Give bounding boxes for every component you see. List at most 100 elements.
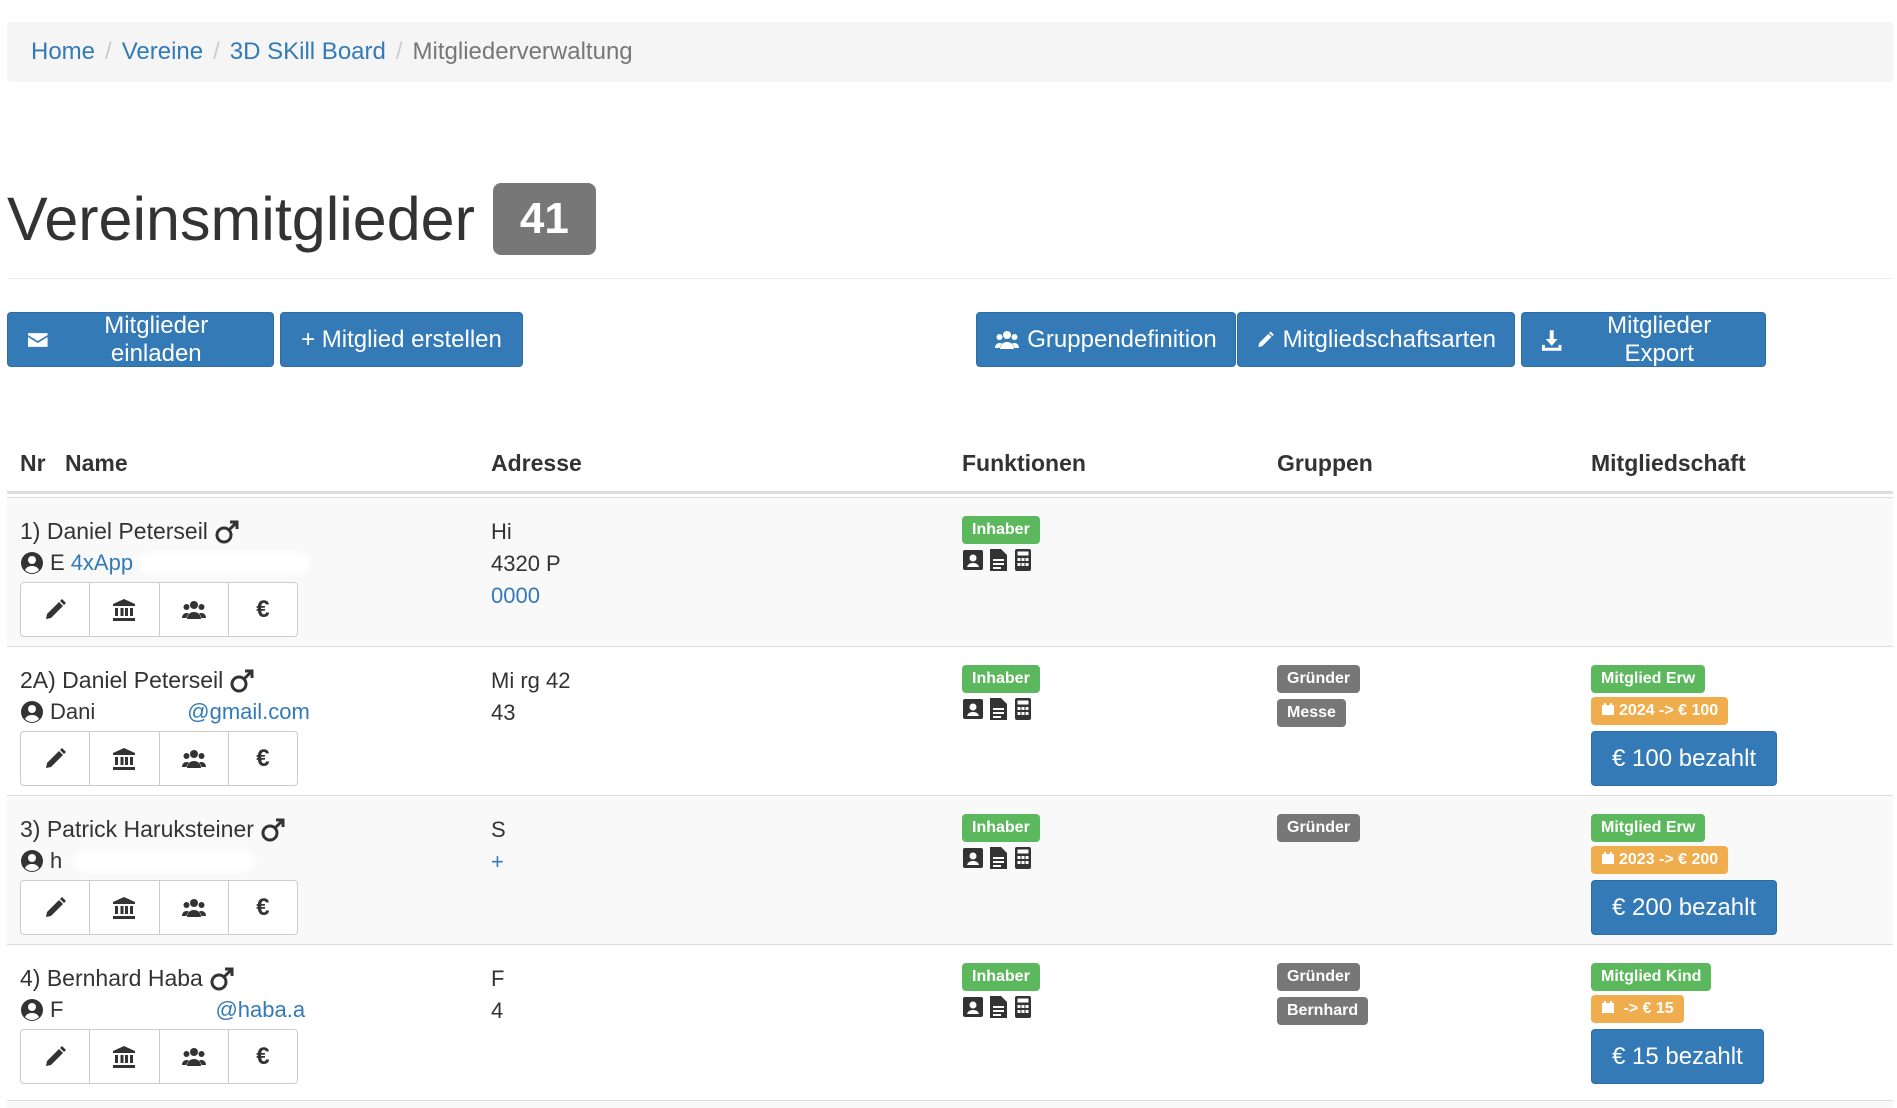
members-export-button[interactable]: Mitglieder Export bbox=[1521, 312, 1766, 367]
contact-card-icon[interactable] bbox=[962, 548, 984, 572]
bank-button[interactable] bbox=[90, 1030, 160, 1083]
membership-type-badge: Mitglied Erw bbox=[1591, 814, 1706, 842]
contact-card-icon[interactable] bbox=[962, 995, 984, 1019]
membership-types-button[interactable]: Mitgliedschaftsarten bbox=[1237, 312, 1515, 367]
invite-members-button[interactable]: Mitglieder einladen bbox=[7, 312, 274, 367]
calculator-icon[interactable] bbox=[1012, 995, 1034, 1019]
bank-icon bbox=[113, 747, 136, 770]
groups-button[interactable] bbox=[160, 732, 229, 785]
user-circle-icon bbox=[21, 850, 43, 872]
table-row: 4) Bernhard Haba F @haba.a € F 4 Inhaber bbox=[7, 944, 1893, 1093]
next-row-partial bbox=[7, 1100, 1893, 1108]
edit-button[interactable] bbox=[21, 1030, 91, 1083]
member-name[interactable]: 1) Daniel Peterseil bbox=[20, 518, 240, 545]
groups-button[interactable] bbox=[160, 1030, 229, 1083]
bank-icon bbox=[113, 598, 136, 621]
document-icon[interactable] bbox=[987, 995, 1009, 1019]
address-phone[interactable]: + bbox=[491, 846, 506, 878]
groups-button[interactable] bbox=[160, 881, 229, 934]
address-phone[interactable]: 0000 bbox=[491, 580, 561, 612]
table-row: 2A) Daniel Peterseil Dani @gmail.com € M… bbox=[7, 646, 1893, 795]
euro-icon: € bbox=[256, 595, 270, 623]
contact-name: E bbox=[50, 550, 65, 575]
pencil-icon bbox=[1258, 330, 1274, 347]
row-actions: € bbox=[20, 1029, 298, 1084]
edit-button[interactable] bbox=[21, 881, 91, 934]
group-definition-label: Gruppendefinition bbox=[1027, 325, 1217, 353]
calculator-icon[interactable] bbox=[1012, 846, 1034, 870]
member-name[interactable]: 4) Bernhard Haba bbox=[20, 965, 235, 992]
member-name-text: 4) Bernhard Haba bbox=[20, 965, 203, 991]
edit-button[interactable] bbox=[21, 732, 91, 785]
paid-button[interactable]: € 15 bezahlt bbox=[1591, 1029, 1764, 1084]
group-badge: Gründer bbox=[1277, 814, 1361, 842]
payment-button[interactable]: € bbox=[229, 881, 297, 934]
member-address: S + bbox=[491, 814, 506, 878]
table-row: 1) Daniel Peterseil E 4xApp € Hi 4320 P … bbox=[7, 497, 1893, 646]
groups-button[interactable] bbox=[160, 583, 229, 636]
address-street: F bbox=[491, 966, 505, 991]
membership-type-badge: Mitglied Erw bbox=[1591, 665, 1706, 693]
payment-button[interactable]: € bbox=[229, 583, 297, 636]
document-icon[interactable] bbox=[987, 548, 1009, 572]
edit-button[interactable] bbox=[21, 583, 91, 636]
calculator-icon[interactable] bbox=[1012, 697, 1034, 721]
breadcrumb-separator: / bbox=[105, 38, 112, 65]
breadcrumb-club[interactable]: 3D SKill Board bbox=[230, 38, 386, 66]
membership-period-text: 2024 -> € 100 bbox=[1619, 702, 1719, 719]
membership-period-badge: 2024 -> € 100 bbox=[1591, 697, 1729, 725]
bank-button[interactable] bbox=[90, 732, 160, 785]
user-circle-icon bbox=[21, 552, 43, 574]
male-icon bbox=[261, 818, 285, 841]
contact-card-icon[interactable] bbox=[962, 846, 984, 870]
payment-button[interactable]: € bbox=[229, 1030, 297, 1083]
member-functions: Inhaber bbox=[962, 516, 1040, 572]
group-badge: Bernhard bbox=[1277, 997, 1369, 1025]
contact-email[interactable]: @gmail.com bbox=[187, 699, 310, 725]
breadcrumb-separator: / bbox=[213, 38, 220, 65]
paid-button[interactable]: € 200 bezahlt bbox=[1591, 880, 1778, 935]
member-name[interactable]: 3) Patrick Haruksteiner bbox=[20, 816, 286, 843]
payment-button[interactable]: € bbox=[229, 732, 297, 785]
address-city: 4 bbox=[491, 998, 504, 1023]
member-address: F 4 bbox=[491, 963, 504, 1027]
member-name-text: 1) Daniel Peterseil bbox=[20, 518, 208, 544]
contact-email[interactable]: 4xApp bbox=[71, 550, 133, 576]
member-functions: Inhaber bbox=[962, 963, 1040, 1019]
calendar-icon bbox=[1602, 852, 1614, 864]
calendar-icon bbox=[1602, 1001, 1614, 1013]
male-icon bbox=[230, 669, 254, 692]
euro-icon: € bbox=[256, 1042, 270, 1070]
row-actions: € bbox=[20, 731, 298, 786]
breadcrumb-home[interactable]: Home bbox=[31, 38, 95, 66]
member-functions: Inhaber bbox=[962, 665, 1040, 721]
euro-icon: € bbox=[256, 893, 270, 921]
breadcrumb-vereine[interactable]: Vereine bbox=[122, 38, 203, 66]
download-icon bbox=[1541, 329, 1562, 351]
create-member-label: + Mitglied erstellen bbox=[301, 325, 502, 353]
envelope-icon bbox=[27, 332, 48, 347]
column-header-name: Name bbox=[65, 450, 128, 476]
row-actions: € bbox=[20, 582, 298, 637]
member-name[interactable]: 2A) Daniel Peterseil bbox=[20, 667, 255, 694]
table-header: Nr Name Adresse Funktionen Gruppen Mitgl… bbox=[7, 440, 1893, 494]
create-member-button[interactable]: + Mitglied erstellen bbox=[280, 312, 523, 367]
breadcrumb: Home / Vereine / 3D SKill Board / Mitgli… bbox=[7, 22, 1893, 82]
calculator-icon[interactable] bbox=[1012, 548, 1034, 572]
paid-button[interactable]: € 100 bezahlt bbox=[1591, 731, 1778, 786]
male-icon bbox=[215, 520, 239, 543]
member-contact: E 4xApp bbox=[20, 550, 310, 576]
address-street: S bbox=[491, 817, 506, 842]
group-definition-button[interactable]: Gruppendefinition bbox=[976, 312, 1236, 367]
redaction-mark bbox=[74, 850, 255, 872]
redaction-mark bbox=[139, 552, 310, 574]
contact-card-icon[interactable] bbox=[962, 697, 984, 721]
users-icon bbox=[181, 600, 206, 619]
document-icon[interactable] bbox=[987, 697, 1009, 721]
bank-button[interactable] bbox=[90, 881, 160, 934]
invite-members-label: Mitglieder einladen bbox=[104, 311, 209, 367]
pencil-icon bbox=[46, 1045, 67, 1066]
document-icon[interactable] bbox=[987, 846, 1009, 870]
bank-button[interactable] bbox=[90, 583, 160, 636]
contact-email[interactable]: @haba.a bbox=[215, 997, 305, 1023]
